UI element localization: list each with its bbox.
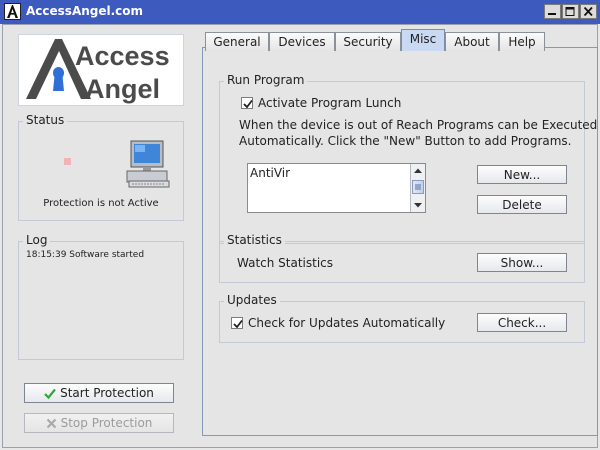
logo-text-access: Access bbox=[75, 41, 170, 71]
stop-protection-label: Stop Protection bbox=[60, 416, 153, 430]
tab-bar: General Devices Security Misc About Help bbox=[205, 29, 597, 51]
x-icon bbox=[46, 418, 56, 429]
run-program-group: Run Program Activate Program Lunch When … bbox=[219, 73, 597, 244]
activate-program-lunch-checkbox[interactable] bbox=[241, 97, 253, 109]
misc-tab-panel: Run Program Activate Program Lunch When … bbox=[202, 47, 598, 436]
tab-help[interactable]: Help bbox=[499, 32, 545, 51]
show-statistics-button[interactable]: Show... bbox=[477, 253, 567, 272]
protection-status-text: Protection is not Active bbox=[43, 198, 159, 209]
run-program-description-line2: Automatically. Click the "New" Button to… bbox=[239, 134, 572, 148]
log-entry: 18:15:39 Software started bbox=[26, 250, 145, 260]
left-pane: Access Angel Status Protection is not Ac… bbox=[3, 25, 197, 449]
program-list[interactable]: AntiVir bbox=[247, 163, 426, 213]
close-button[interactable] bbox=[580, 4, 597, 19]
list-item[interactable]: AntiVir bbox=[250, 166, 290, 180]
minimize-icon bbox=[548, 13, 556, 15]
checkmark-icon bbox=[44, 388, 56, 399]
run-program-description-line1: When the device is out of Reach Programs… bbox=[239, 118, 598, 132]
check-updates-button[interactable]: Check... bbox=[477, 313, 567, 332]
statistics-group: Statistics Watch Statistics Show... bbox=[219, 233, 585, 283]
statistics-title: Statistics bbox=[224, 233, 285, 247]
updates-title: Updates bbox=[224, 293, 280, 307]
access-angel-logo: Access Angel bbox=[18, 34, 184, 106]
minimize-button[interactable] bbox=[544, 4, 561, 19]
tab-security[interactable]: Security bbox=[335, 32, 401, 51]
logo-text-angel: Angel bbox=[85, 74, 160, 104]
close-icon bbox=[583, 7, 593, 16]
maximize-button[interactable] bbox=[562, 4, 579, 19]
status-indicator bbox=[64, 158, 71, 165]
maximize-icon bbox=[565, 7, 575, 16]
tab-general[interactable]: General bbox=[205, 32, 269, 51]
main-window: Access Angel Status Protection is not Ac… bbox=[2, 24, 598, 448]
activate-program-lunch-label: Activate Program Lunch bbox=[258, 96, 402, 110]
scroll-down-icon[interactable] bbox=[411, 198, 425, 212]
start-protection-label: Start Protection bbox=[60, 386, 154, 400]
check-updates-label: Check for Updates Automatically bbox=[248, 316, 446, 330]
tab-about[interactable]: About bbox=[445, 32, 499, 51]
scroll-thumb[interactable] bbox=[412, 180, 424, 194]
app-logo-icon bbox=[4, 3, 21, 20]
log-group-title: Log bbox=[23, 233, 51, 247]
tab-devices[interactable]: Devices bbox=[269, 32, 335, 51]
run-program-title: Run Program bbox=[224, 73, 308, 87]
checkmark-icon bbox=[233, 319, 243, 329]
checkmark-icon bbox=[243, 99, 253, 109]
watch-statistics-label: Watch Statistics bbox=[237, 256, 334, 270]
computer-icon bbox=[126, 140, 170, 188]
tab-misc[interactable]: Misc bbox=[401, 29, 445, 51]
program-list-scrollbar[interactable] bbox=[410, 164, 425, 212]
stop-protection-button[interactable]: Stop Protection bbox=[24, 413, 174, 433]
start-protection-button[interactable]: Start Protection bbox=[24, 383, 174, 403]
title-bar: AccessAngel.com bbox=[0, 0, 600, 24]
grip-icon bbox=[415, 184, 421, 190]
log-group: Log 18:15:39 Software started bbox=[18, 233, 184, 360]
delete-program-button[interactable]: Delete bbox=[477, 195, 567, 214]
new-program-button[interactable]: New... bbox=[477, 165, 567, 184]
scroll-up-icon[interactable] bbox=[411, 164, 425, 178]
status-group: Status Protection is not Active bbox=[18, 113, 184, 221]
check-updates-checkbox[interactable] bbox=[231, 317, 243, 329]
updates-group: Updates Check for Updates Automatically … bbox=[219, 293, 585, 343]
window-title: AccessAngel.com bbox=[26, 4, 144, 18]
status-group-title: Status bbox=[23, 113, 68, 127]
